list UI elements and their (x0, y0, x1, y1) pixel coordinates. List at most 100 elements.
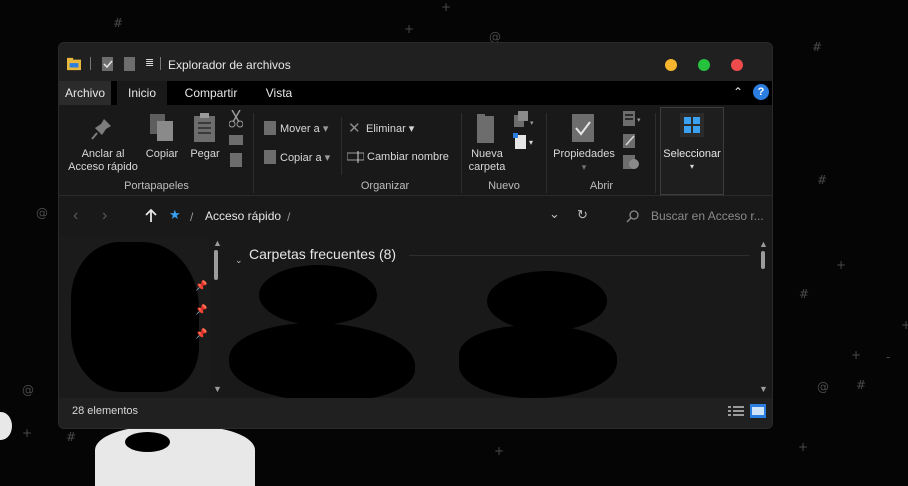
properties-icon (572, 114, 594, 142)
wallpaper-glyph: + (494, 444, 505, 458)
title-separator (160, 57, 161, 70)
wallpaper-glyph: + (836, 258, 847, 272)
back-arrow-icon[interactable]: ‹ (73, 207, 78, 225)
explorer-window: ≣ Explorador de archivos Archivo Inicio … (58, 42, 773, 429)
scissors-icon[interactable] (229, 110, 243, 128)
svg-text:▾: ▾ (529, 138, 533, 147)
breadcrumb-acceso-rapido[interactable]: Acceso rápido (205, 209, 281, 223)
edit-icon[interactable] (622, 133, 638, 149)
copy-to-label: Copiar a (280, 152, 322, 164)
minimize-button[interactable] (665, 59, 677, 71)
wallpaper-glyph: + (404, 22, 415, 36)
search-icon (626, 210, 639, 223)
ribbon-separator (546, 113, 547, 193)
content-scrollbar-thumb[interactable] (761, 251, 765, 269)
title-separator (90, 57, 91, 70)
redacted-region (71, 242, 199, 392)
navigation-pane: 📌 📌 📌 ▲ ▼ (59, 236, 222, 398)
wallpaper-glyph: # (66, 430, 77, 444)
paste-icon (194, 113, 215, 142)
wallpaper-glyph: # (856, 378, 867, 392)
title-bar[interactable]: ≣ Explorador de archivos (59, 43, 772, 81)
copy-to-button[interactable]: Copiar a ▾ (280, 151, 330, 164)
properties-button[interactable]: Propiedades ▾ (549, 148, 619, 174)
refresh-icon[interactable]: ↻ (577, 207, 588, 223)
paste-button[interactable]: Pegar (185, 148, 225, 161)
ribbon: Anclar al Acceso rápido Copiar Pegar Por… (59, 105, 772, 196)
move-icon (264, 121, 276, 135)
properties-label: Propiedades (553, 148, 615, 160)
wallpaper-shape (125, 432, 170, 452)
nav-scrollbar-thumb[interactable] (214, 250, 218, 280)
select-label: Seleccionar (663, 148, 721, 160)
chevron-down-icon[interactable]: ⌄ (235, 255, 243, 266)
pin-quick-access-button[interactable]: Anclar al Acceso rápido (61, 148, 145, 174)
scroll-up-arrow[interactable]: ▲ (213, 238, 222, 248)
details-view-icon[interactable] (728, 405, 744, 418)
maximize-button[interactable] (698, 59, 710, 71)
open-icon[interactable]: ▾ (622, 110, 644, 128)
group-organizar-label: Organizar (360, 180, 410, 192)
collapse-ribbon-icon[interactable]: ⌃ (733, 85, 743, 99)
history-icon[interactable] (622, 154, 640, 170)
chevron-down-icon: ▾ (689, 162, 694, 171)
wallpaper-glyph: + (22, 426, 33, 440)
delete-label: Eliminar (366, 123, 406, 135)
rename-icon (347, 151, 364, 163)
wallpaper-glyph: + (851, 348, 862, 362)
tab-archivo[interactable]: Archivo (59, 81, 111, 105)
wallpaper-glyph: + (901, 318, 908, 332)
tab-compartir[interactable]: Compartir (176, 81, 246, 105)
rename-button[interactable]: Cambiar nombre (367, 151, 449, 163)
close-button[interactable] (731, 59, 743, 71)
select-button[interactable]: Seleccionar ▾ (660, 107, 724, 195)
copy-button[interactable]: Copiar (142, 148, 182, 161)
redacted-region (487, 271, 607, 331)
pin-label-line2: Acceso rápido (68, 161, 138, 173)
easy-access-icon[interactable]: ▾ (513, 133, 537, 151)
wallpaper-glyph: # (799, 287, 810, 301)
pin-icon: 📌 (195, 305, 208, 316)
wallpaper-shape (0, 412, 12, 440)
scroll-down-arrow[interactable]: ▼ (213, 384, 222, 394)
pin-label-line1: Anclar al (81, 148, 125, 160)
new-item-icon[interactable]: ▾ (513, 111, 537, 129)
copy-path-icon[interactable] (229, 135, 243, 145)
tiles-view-icon[interactable] (750, 404, 766, 418)
delete-button[interactable]: Eliminar ▾ (366, 122, 414, 135)
up-arrow-icon[interactable] (145, 209, 157, 223)
search-box[interactable]: Buscar en Acceso r... (622, 203, 772, 229)
new-folder-line2: carpeta (468, 161, 506, 173)
new-folder-button[interactable]: Nueva carpeta (464, 148, 510, 174)
redacted-region (259, 265, 377, 325)
wallpaper-glyph: # (817, 173, 828, 187)
ribbon-tabs: Archivo Inicio Compartir Vista ⌃ (59, 81, 772, 105)
item-count: 28 elementos (72, 405, 139, 417)
group-nuevo-label: Nuevo (488, 180, 520, 192)
content-scroll-down[interactable]: ▼ (759, 384, 768, 394)
new-folder-line1: Nueva (471, 148, 503, 160)
help-icon[interactable]: ? (753, 84, 769, 100)
move-to-button[interactable]: Mover a ▾ (280, 122, 328, 135)
ribbon-separator (655, 113, 656, 193)
checkbox-icon[interactable] (101, 57, 115, 71)
svg-text:▾: ▾ (637, 117, 641, 124)
paste-shortcut-icon[interactable] (230, 153, 242, 167)
address-dropdown-icon[interactable]: ⌄ (549, 206, 560, 222)
search-placeholder: Buscar en Acceso r... (651, 209, 764, 223)
quick-access-dropdown[interactable]: ≣ (145, 56, 154, 69)
tab-vista[interactable]: Vista (255, 81, 303, 105)
section-title[interactable]: Carpetas frecuentes (8) (249, 246, 396, 262)
tab-inicio[interactable]: Inicio (117, 81, 167, 105)
wallpaper-glyph: + (441, 0, 452, 14)
copy-to-icon (264, 150, 276, 164)
section-divider (409, 255, 749, 256)
forward-arrow-icon[interactable]: › (102, 207, 107, 225)
window-title: Explorador de archivos (168, 58, 291, 72)
content-scroll-up[interactable]: ▲ (759, 239, 768, 249)
wallpaper-glyph: - (886, 350, 891, 364)
move-to-label: Mover a (280, 123, 320, 135)
copy-icon (150, 114, 173, 141)
document-icon[interactable] (123, 57, 137, 71)
wallpaper-shape (95, 426, 255, 486)
